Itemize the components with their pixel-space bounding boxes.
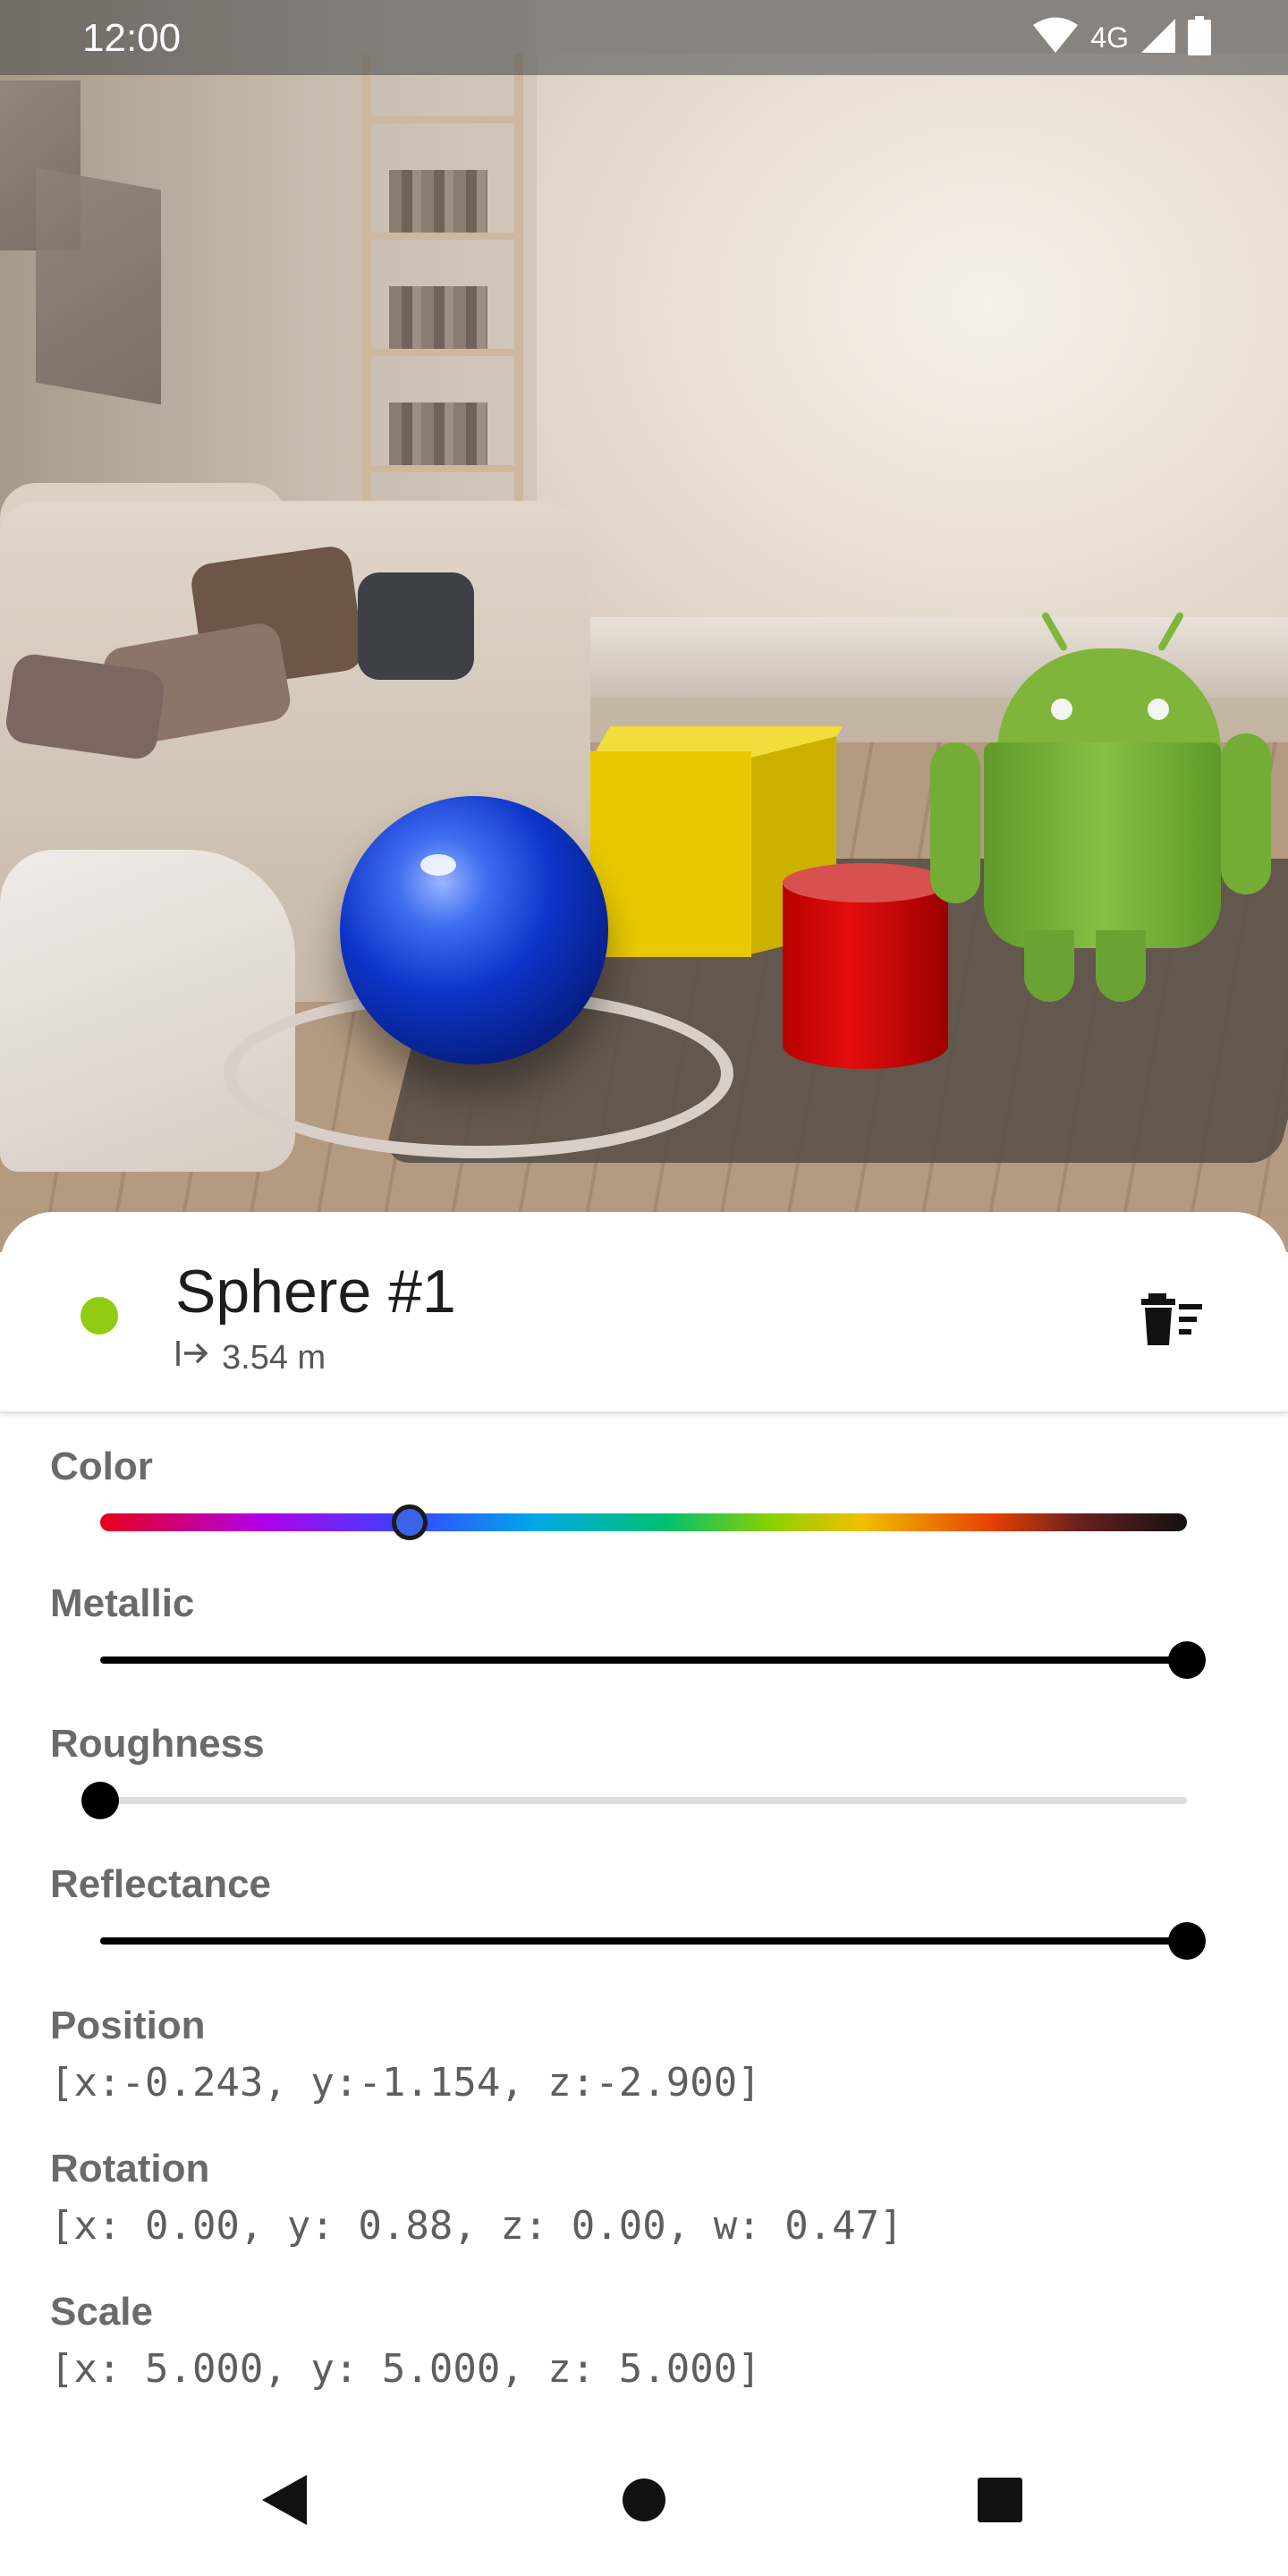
reflectance-slider-thumb[interactable]	[1168, 1922, 1206, 1960]
color-label: Color	[50, 1445, 153, 1488]
android-arm	[1221, 733, 1271, 894]
back-icon	[258, 2473, 309, 2531]
rotation-value: [x: 0.00, y: 0.88, z: 0.00, w: 0.47]	[50, 2203, 903, 2249]
reflectance-label: Reflectance	[50, 1862, 272, 1906]
scale-label: Scale	[50, 2290, 153, 2334]
home-icon	[621, 2477, 667, 2528]
battery-icon	[1188, 15, 1211, 60]
ar-scene-view[interactable]	[0, 0, 1288, 1252]
acoustic-panel	[36, 167, 161, 405]
delete-sweep-icon	[1140, 1292, 1204, 1352]
delete-button[interactable]	[1136, 1285, 1208, 1357]
navigation-bar	[0, 2428, 1288, 2576]
roughness-slider[interactable]	[81, 1782, 1187, 1819]
metallic-slider-fill	[100, 1657, 1187, 1664]
sphere-highlight	[420, 854, 456, 876]
cylinder-top	[783, 863, 948, 902]
sphere-model[interactable]	[340, 796, 608, 1064]
home-button[interactable]	[615, 2473, 673, 2530]
android-leg	[1024, 930, 1074, 1002]
blanket	[0, 850, 295, 1172]
sheet-header: Sphere #1 3.54 m	[0, 1212, 1288, 1413]
recents-button[interactable]	[971, 2473, 1029, 2530]
sofa-cushion	[358, 572, 474, 680]
android-leg	[1096, 930, 1146, 1002]
wifi-icon	[1031, 17, 1080, 59]
status-time: 12:00	[82, 16, 182, 60]
distance-row: 3.54 m	[175, 1337, 326, 1378]
object-title: Sphere #1	[175, 1258, 456, 1326]
reflectance-slider-fill	[100, 1937, 1187, 1945]
status-bar: 12:00 4G	[0, 0, 1288, 75]
network-type-label: 4G	[1090, 21, 1129, 54]
cylinder-model[interactable]	[783, 881, 948, 1069]
roughness-label: Roughness	[50, 1722, 265, 1766]
arrow-right-from-bar-icon	[175, 1337, 209, 1378]
recents-icon	[977, 2477, 1023, 2528]
status-icons: 4G	[1031, 15, 1211, 60]
reflectance-slider[interactable]	[100, 1922, 1206, 1960]
android-robot-body[interactable]	[984, 742, 1221, 948]
metallic-slider-thumb[interactable]	[1168, 1641, 1206, 1679]
color-slider[interactable]	[100, 1504, 1187, 1540]
scale-value: [x: 5.000, y: 5.000, z: 5.000]	[50, 2346, 761, 2392]
back-button[interactable]	[255, 2473, 312, 2530]
rotation-label: Rotation	[50, 2147, 210, 2190]
distance-value: 3.54 m	[222, 1338, 326, 1377]
cube-model[interactable]	[590, 751, 751, 957]
position-label: Position	[50, 2004, 206, 2047]
position-value: [x:-0.243, y:-1.154, z:-2.900]	[50, 2060, 761, 2106]
metallic-label: Metallic	[50, 1581, 195, 1625]
room-window	[537, 54, 1288, 680]
color-slider-thumb[interactable]	[392, 1504, 428, 1540]
object-properties-sheet: Sphere #1 3.54 m Color Metallic Roughnes…	[0, 1212, 1288, 2469]
android-arm	[930, 742, 980, 903]
cellular-signal-icon	[1140, 17, 1177, 59]
metallic-slider[interactable]	[100, 1641, 1206, 1679]
status-dot	[80, 1297, 118, 1335]
roughness-slider-thumb[interactable]	[81, 1782, 119, 1819]
